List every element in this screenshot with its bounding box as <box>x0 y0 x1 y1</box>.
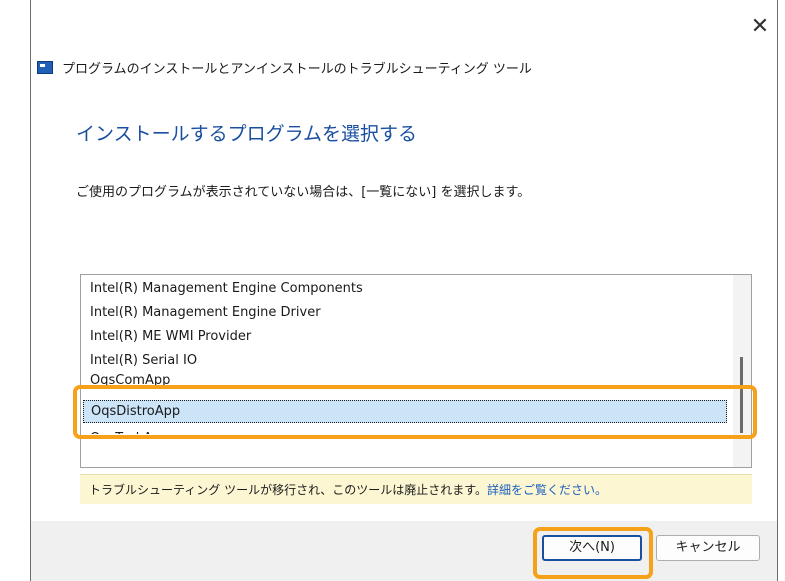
scroll-thumb[interactable] <box>740 357 743 433</box>
app-icon <box>37 61 53 74</box>
list-scrollbar[interactable] <box>733 275 751 467</box>
details-link[interactable]: 詳細をご覧ください。 <box>487 483 607 497</box>
page-heading: インストールするプログラムを選択する <box>76 123 418 145</box>
info-message: トラブルシューティング ツールが移行され、このツールは廃止されます。 <box>89 483 488 497</box>
list-item[interactable]: Intel(R) ME WMI Provider <box>90 325 251 349</box>
list-item[interactable]: OqsTaskApp <box>90 424 169 434</box>
info-text: トラブルシューティング ツールが移行され、このツールは廃止されます。詳細をご覧く… <box>89 481 607 498</box>
list-item[interactable]: Intel(R) Management Engine Components <box>90 277 363 301</box>
instruction-text: ご使用のプログラムが表示されていない場合は、[一覧にない] を選択します。 <box>76 185 531 200</box>
program-list[interactable]: Intel(R) Management Engine Components In… <box>80 274 752 468</box>
list-item-selected[interactable]: OqsDistroApp <box>83 400 727 423</box>
next-button[interactable]: 次へ(N) <box>542 535 642 561</box>
button-bar: 次へ(N) キャンセル <box>31 521 777 581</box>
close-icon[interactable]: ✕ <box>745 12 775 42</box>
troubleshooter-window: ✕ プログラムのインストールとアンインストールのトラブルシューティング ツール … <box>30 0 778 581</box>
list-item[interactable]: Intel(R) Serial IO <box>90 349 197 373</box>
list-item[interactable]: Intel(R) Management Engine Driver <box>90 301 321 325</box>
info-bar: トラブルシューティング ツールが移行され、このツールは廃止されます。詳細をご覧く… <box>80 474 752 504</box>
cancel-button[interactable]: キャンセル <box>656 535 760 561</box>
list-item[interactable]: OqsComApp <box>90 374 170 388</box>
window-title: プログラムのインストールとアンインストールのトラブルシューティング ツール <box>62 62 532 77</box>
